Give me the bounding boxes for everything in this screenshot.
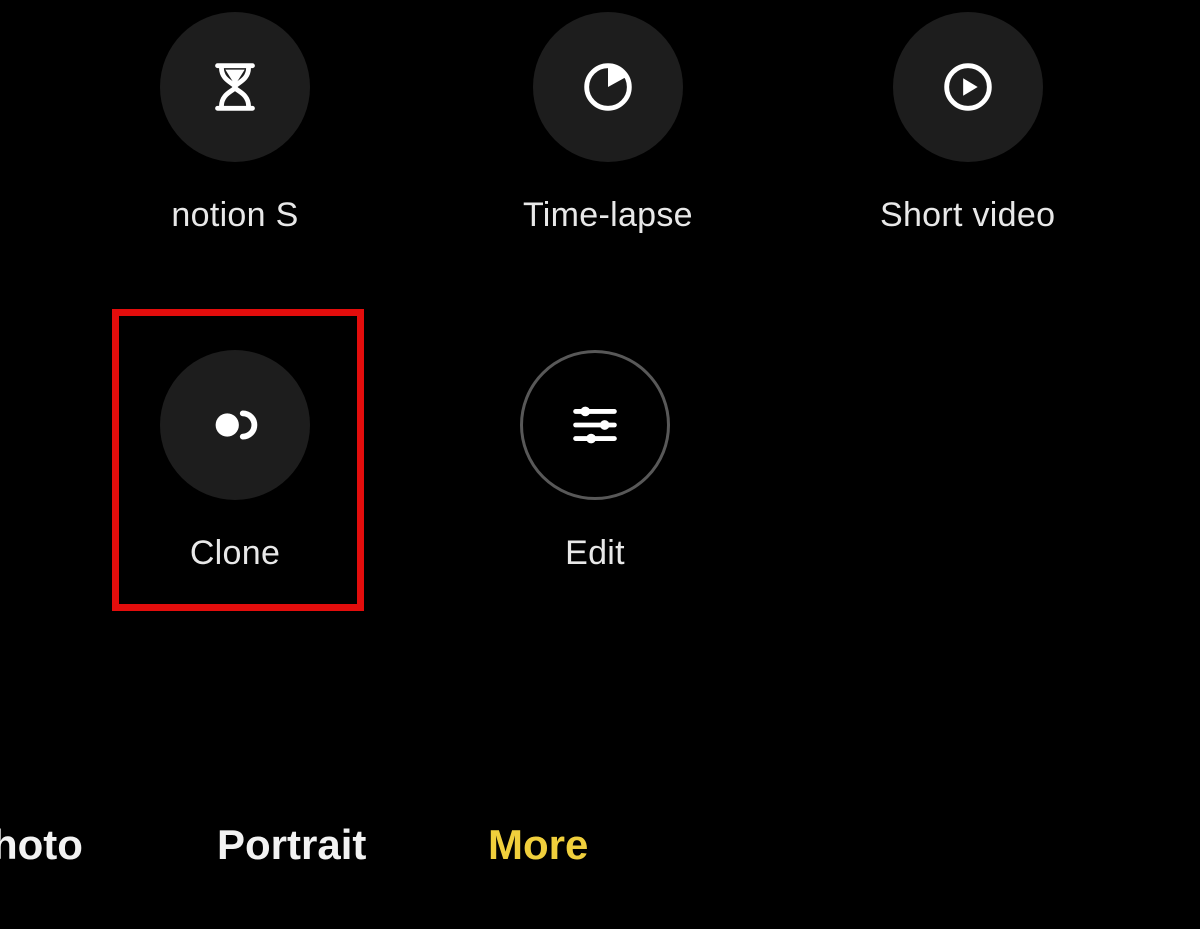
tab-photo[interactable]: hoto xyxy=(0,821,83,869)
mode-time-lapse[interactable]: Time-lapse xyxy=(523,12,693,235)
play-circle-icon xyxy=(937,56,999,118)
mode-slow-motion-label: notion S xyxy=(171,196,298,235)
mode-clone-circle xyxy=(160,350,310,500)
sliders-icon xyxy=(564,394,626,456)
tab-more[interactable]: More xyxy=(488,821,588,869)
mode-slow-motion-circle xyxy=(160,12,310,162)
clone-icon xyxy=(204,394,266,456)
mode-time-lapse-label: Time-lapse xyxy=(523,196,693,235)
mode-short-video-circle xyxy=(893,12,1043,162)
mode-short-video[interactable]: Short video xyxy=(880,12,1055,235)
mode-clone[interactable]: Clone xyxy=(160,350,310,573)
mode-edit-label: Edit xyxy=(565,534,625,573)
time-lapse-icon xyxy=(577,56,639,118)
mode-edit[interactable]: Edit xyxy=(520,350,670,573)
mode-clone-label: Clone xyxy=(190,534,280,573)
tab-portrait[interactable]: Portrait xyxy=(217,821,366,869)
mode-slow-motion[interactable]: notion S xyxy=(160,12,310,235)
camera-mode-tabs: hoto Portrait More xyxy=(0,815,1200,875)
hourglass-icon xyxy=(204,56,266,118)
camera-more-modes-screen: notion S Time-lapse Short video xyxy=(0,0,1200,929)
mode-short-video-label: Short video xyxy=(880,196,1055,235)
mode-time-lapse-circle xyxy=(533,12,683,162)
mode-edit-circle xyxy=(520,350,670,500)
